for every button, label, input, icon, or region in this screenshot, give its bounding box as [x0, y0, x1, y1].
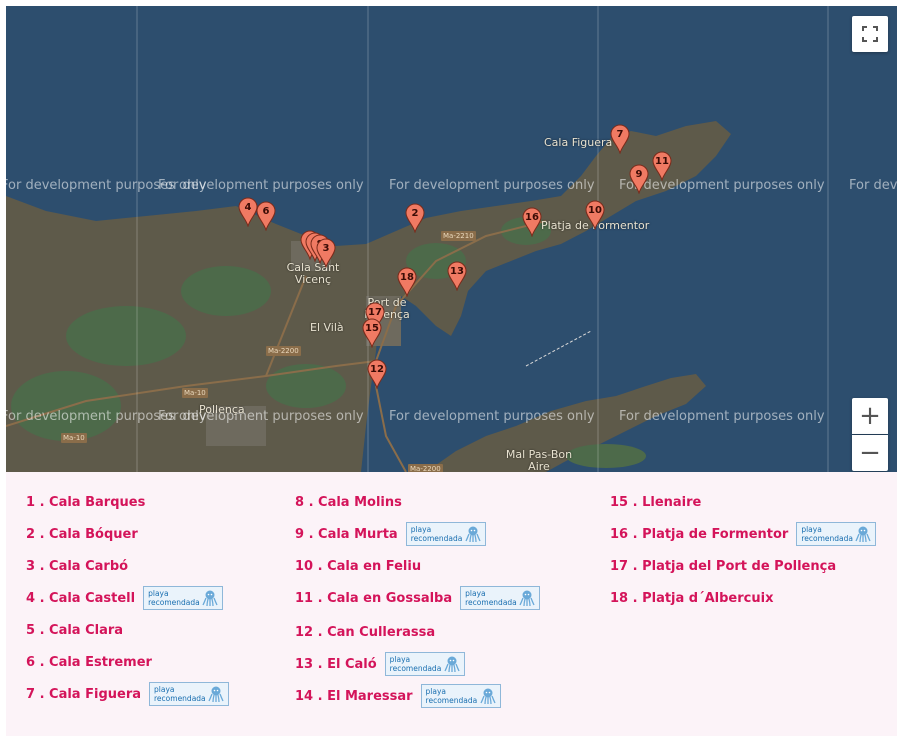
octopus-icon [202, 590, 218, 607]
legend-item: 8 . Cala Molins [295, 489, 402, 515]
badge-text-line: playa [148, 589, 169, 598]
badge-text-line: recomendada [801, 534, 853, 543]
map-marker-7[interactable]: 7 [610, 124, 632, 158]
legend-item-link[interactable]: 1 . Cala Barques [26, 495, 145, 510]
recommended-beach-badge: playa recomendada [460, 586, 541, 610]
fullscreen-icon [862, 26, 878, 42]
beach-legend: 1 . Cala Barques 2 . Cala Bóquer 3 . Cala … [6, 472, 897, 736]
octopus-icon [519, 590, 535, 607]
recommended-beach-badge: playa recomendada [143, 586, 224, 610]
legend-item-link[interactable]: 13 . El Caló [295, 657, 377, 672]
map-marker-10[interactable]: 10 [585, 200, 607, 234]
recommended-beach-badge: playa recomendada [420, 684, 501, 708]
place-label-cala-figuera: Cala Figuera [544, 136, 613, 149]
minus-icon: − [859, 438, 881, 468]
road-label: Ma-2200 [408, 464, 443, 472]
recommended-beach-badge: playa recomendada [384, 652, 465, 676]
legend-item-link[interactable]: 14 . El Maressar [295, 689, 413, 704]
badge-text-line: playa [425, 687, 447, 696]
legend-item: 5 . Cala Clara [26, 617, 123, 643]
plus-icon: + [859, 401, 881, 431]
legend-item-link[interactable]: 5 . Cala Clara [26, 623, 123, 638]
legend-item: 17 . Platja del Port de Pollença [610, 553, 836, 579]
road-label: Ma-2210 [441, 231, 476, 241]
road-label: Ma-10 [182, 388, 208, 398]
map-canvas[interactable]: For development purposes only For develo… [6, 6, 897, 472]
map-marker-18[interactable]: 18 [397, 267, 419, 301]
badge-text-line: playa [410, 525, 432, 534]
octopus-icon [479, 688, 496, 705]
watermark-text: For development purposes only [619, 409, 825, 424]
legend-item: 14 . El Maressar playa recomendada [295, 683, 501, 709]
legend-item-link[interactable]: 15 . Llenaire [610, 495, 701, 510]
legend-item: 9 . Cala Murta playa recomendada [295, 521, 486, 547]
legend-item: 6 . Cala Estremer [26, 649, 152, 675]
legend-item-link[interactable]: 12 . Can Cullerassa [295, 625, 435, 640]
legend-item: 2 . Cala Bóquer [26, 521, 138, 547]
watermark-text: For development purposes only [158, 178, 364, 193]
legend-item-link[interactable]: 11 . Cala en Gossalba [295, 591, 452, 606]
legend-item-link[interactable]: 10 . Cala en Feliu [295, 559, 421, 574]
zoom-out-button[interactable]: − [852, 435, 888, 471]
watermark-text: For development purposes only [389, 178, 595, 193]
map-marker-9[interactable]: 9 [629, 164, 651, 198]
legend-item-link[interactable]: 3 . Cala Carbó [26, 559, 128, 574]
watermark-text: For development purposes only [389, 409, 595, 424]
map-marker-2[interactable]: 2 [405, 203, 427, 237]
legend-item: 10 . Cala en Feliu [295, 553, 421, 579]
watermark-text: For development purposes only [849, 178, 897, 193]
legend-item-link[interactable]: 2 . Cala Bóquer [26, 527, 138, 542]
legend-item: 1 . Cala Barques [26, 489, 145, 515]
legend-item-link[interactable]: 9 . Cala Murta [295, 527, 398, 542]
map-marker-3[interactable]: 3 [316, 238, 338, 272]
octopus-icon [444, 656, 460, 673]
legend-item: 18 . Platja d´Albercuix [610, 585, 773, 611]
legend-item-link[interactable]: 4 . Cala Castell [26, 591, 135, 606]
watermark-text: For development purposes only [158, 409, 364, 424]
place-label-mal-pas-bon-aire: Mal Pas-Bon Aire [505, 448, 573, 473]
legend-item-link[interactable]: 7 . Cala Figuera [26, 687, 141, 702]
badge-text-line: recomendada [389, 664, 442, 673]
recommended-beach-badge: playa recomendada [149, 682, 230, 706]
legend-item: 13 . El Caló playa recomendada [295, 651, 465, 677]
legend-item: 12 . Can Cullerassa [295, 619, 435, 645]
octopus-icon [208, 686, 224, 703]
badge-text-line: recomendada [148, 598, 200, 607]
octopus-icon [465, 526, 481, 543]
legend-item: 16 . Platja de Formentor playa recomendada [610, 521, 877, 547]
badge-text-line: playa [801, 525, 822, 534]
legend-item: 7 . Cala Figuera playa recomendada [26, 681, 230, 707]
place-label-pollenca: Pollença [199, 403, 245, 416]
recommended-beach-badge: playa recomendada [796, 522, 877, 546]
badge-text-line: recomendada [425, 696, 478, 705]
road-label: Ma-10 [61, 433, 87, 443]
badge-text-line: recomendada [410, 534, 463, 543]
map-marker-6[interactable]: 6 [256, 201, 278, 235]
legend-item-link[interactable]: 6 . Cala Estremer [26, 655, 152, 670]
map-marker-11[interactable]: 11 [652, 151, 674, 185]
zoom-in-button[interactable]: + [852, 398, 888, 434]
legend-item: 3 . Cala Carbó [26, 553, 128, 579]
map-marker-12[interactable]: 12 [367, 359, 389, 393]
legend-item: 4 . Cala Castell playa recomendada [26, 585, 224, 611]
badge-text-line: playa [154, 685, 175, 694]
legend-item: 11 . Cala en Gossalba playa recomendada [295, 585, 541, 611]
map-marker-16[interactable]: 16 [522, 207, 544, 241]
recommended-beach-badge: playa recomendada [405, 522, 486, 546]
road-label: Ma-2200 [266, 346, 301, 356]
badge-text-line: playa [389, 655, 411, 664]
map-marker-13[interactable]: 13 [447, 261, 469, 295]
fullscreen-button[interactable] [852, 16, 888, 52]
legend-item-link[interactable]: 18 . Platja d´Albercuix [610, 591, 773, 606]
badge-text-line: recomendada [465, 598, 517, 607]
legend-item-link[interactable]: 8 . Cala Molins [295, 495, 402, 510]
map-marker-15[interactable]: 15 [362, 318, 384, 352]
place-label-el-vila: El Vilà [310, 321, 344, 334]
legend-item-link[interactable]: 17 . Platja del Port de Pollença [610, 559, 836, 574]
legend-item: 15 . Llenaire [610, 489, 701, 515]
octopus-icon [855, 526, 871, 543]
badge-text-line: recomendada [154, 694, 206, 703]
badge-text-line: playa [465, 589, 486, 598]
legend-item-link[interactable]: 16 . Platja de Formentor [610, 527, 788, 542]
